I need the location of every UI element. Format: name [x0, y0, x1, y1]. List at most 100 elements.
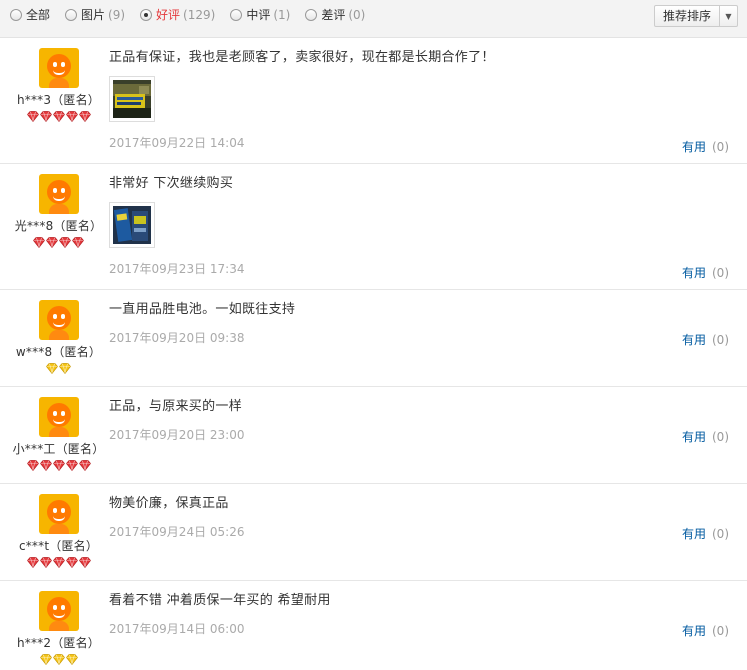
member-rank: [10, 111, 107, 123]
avatar[interactable]: [38, 300, 79, 340]
review-date: 2017年09月20日 09:38: [109, 331, 245, 345]
review-date: 2017年09月23日 17:34: [109, 262, 245, 276]
review-date: 2017年09月24日 05:26: [109, 525, 245, 539]
red-diamond-icon: [52, 460, 65, 471]
reviewer-name: c***t（匿名）: [18, 539, 99, 553]
reviewer-name: 光***8（匿名）: [14, 219, 103, 233]
review-item: 小***工（匿名） 正品，与原来买的一样 2017年09月20日 23:00 有…: [0, 387, 747, 484]
reviewer-name: h***2（匿名）: [16, 636, 101, 650]
useful-count: (0): [712, 430, 729, 444]
filter-negative[interactable]: 差评 (0): [305, 6, 365, 23]
review-text: 物美价廉，保真正品: [109, 496, 229, 511]
avatar[interactable]: [38, 174, 79, 214]
avatar[interactable]: [38, 48, 79, 88]
useful-button[interactable]: 有用: [682, 140, 706, 154]
red-diamond-icon: [26, 460, 39, 471]
useful-vote: 有用 (0): [682, 138, 729, 155]
review-image-thumbnail[interactable]: [109, 202, 155, 248]
useful-count: (0): [712, 333, 729, 347]
member-rank: [10, 460, 107, 472]
reviewer-info: 小***工（匿名）: [10, 397, 107, 472]
useful-vote: 有用 (0): [682, 428, 729, 445]
chevron-down-icon[interactable]: ▼: [719, 6, 737, 26]
review-item: c***t（匿名） 物美价廉，保真正品 2017年09月24日 05:26 有用…: [0, 484, 747, 581]
filter-count: (1): [273, 7, 291, 22]
review-content: 正品，与原来买的一样 2017年09月20日 23:00: [109, 398, 737, 443]
useful-count: (0): [712, 140, 729, 154]
review-image-thumbnail[interactable]: [109, 76, 155, 122]
red-diamond-icon: [39, 460, 52, 471]
useful-button[interactable]: 有用: [682, 266, 706, 280]
review-date: 2017年09月20日 23:00: [109, 428, 245, 442]
review-text: 正品有保证，我也是老顾客了，卖家很好，现在都是长期合作了！: [109, 50, 495, 65]
review-item: h***2（匿名） 看着不错 冲着质保一年买的 希望耐用 2017年09月14日…: [0, 581, 747, 670]
gold-diamond-icon: [39, 654, 52, 665]
red-diamond-icon: [26, 111, 39, 122]
red-diamond-icon: [46, 237, 58, 248]
filter-label: 图片: [81, 8, 106, 22]
red-diamond-icon: [65, 460, 78, 471]
reviewer-info: c***t（匿名）: [10, 494, 107, 569]
useful-button[interactable]: 有用: [682, 430, 706, 444]
red-diamond-icon: [26, 557, 39, 568]
red-diamond-icon: [65, 111, 78, 122]
filter-label: 好评: [156, 8, 181, 22]
radio-button-checked-icon[interactable]: [140, 8, 153, 21]
useful-vote: 有用 (0): [682, 525, 729, 542]
gold-diamond-icon: [65, 654, 78, 665]
review-text: 看着不错 冲着质保一年买的 希望耐用: [109, 593, 331, 608]
avatar[interactable]: [38, 494, 79, 534]
red-diamond-icon: [78, 460, 91, 471]
review-content: 非常好 下次继续购买 2017年09月23日 17:34: [109, 175, 737, 277]
reviewer-info: w***8（匿名）: [10, 300, 107, 375]
member-rank: [10, 237, 107, 249]
battery-pack-photo: [113, 80, 151, 118]
review-date: 2017年09月22日 14:04: [109, 136, 245, 150]
radio-button-icon[interactable]: [230, 8, 243, 21]
filter-all[interactable]: 全部: [10, 6, 50, 23]
useful-vote: 有用 (0): [682, 264, 729, 281]
sort-label: 推荐排序: [662, 9, 711, 23]
red-diamond-icon: [59, 237, 71, 248]
useful-vote: 有用 (0): [682, 622, 729, 639]
filter-images[interactable]: 图片 (9): [65, 6, 125, 23]
review-content: 看着不错 冲着质保一年买的 希望耐用 2017年09月14日 06:00: [109, 592, 737, 637]
radio-button-icon[interactable]: [65, 8, 78, 21]
sort-dropdown[interactable]: 推荐排序 ▼: [653, 5, 738, 27]
reviewer-info: 光***8（匿名）: [10, 174, 107, 249]
useful-count: (0): [712, 527, 729, 541]
red-diamond-icon: [65, 557, 78, 568]
avatar[interactable]: [38, 397, 79, 437]
filter-label: 全部: [26, 8, 51, 22]
useful-count: (0): [712, 624, 729, 638]
radio-button-icon[interactable]: [305, 8, 318, 21]
review-item: w***8（匿名） 一直用品胜电池。一如既往支持 2017年09月20日 09:…: [0, 290, 747, 387]
red-diamond-icon: [39, 557, 52, 568]
review-text: 一直用品胜电池。一如既往支持: [109, 302, 296, 317]
useful-button[interactable]: 有用: [682, 527, 706, 541]
reviewer-name: 小***工（匿名）: [12, 442, 105, 456]
reviewer-info: h***2（匿名）: [10, 591, 107, 666]
battery-box-photo: [113, 206, 151, 244]
red-diamond-icon: [72, 237, 84, 248]
red-diamond-icon: [39, 111, 52, 122]
filter-positive[interactable]: 好评 (129): [140, 6, 215, 23]
filter-neutral[interactable]: 中评 (1): [230, 6, 290, 23]
gold-diamond-icon: [59, 363, 71, 374]
red-diamond-icon: [78, 111, 91, 122]
red-diamond-icon: [52, 557, 65, 568]
review-content: 正品有保证，我也是老顾客了，卖家很好，现在都是长期合作了！ 2017年09月22…: [109, 49, 737, 151]
review-date: 2017年09月14日 06:00: [109, 622, 245, 636]
red-diamond-icon: [78, 557, 91, 568]
filter-count: (129): [183, 7, 216, 22]
review-item: 光***8（匿名） 非常好 下次继续购买 2017年09月23日 17:34 有…: [0, 164, 747, 290]
filter-count: (0): [348, 7, 366, 22]
avatar[interactable]: [38, 591, 79, 631]
gold-diamond-icon: [52, 654, 65, 665]
useful-button[interactable]: 有用: [682, 624, 706, 638]
radio-button-icon[interactable]: [10, 8, 22, 21]
useful-button[interactable]: 有用: [682, 333, 706, 347]
red-diamond-icon: [33, 237, 45, 248]
filter-label: 差评: [321, 8, 346, 22]
member-rank: [10, 363, 107, 375]
